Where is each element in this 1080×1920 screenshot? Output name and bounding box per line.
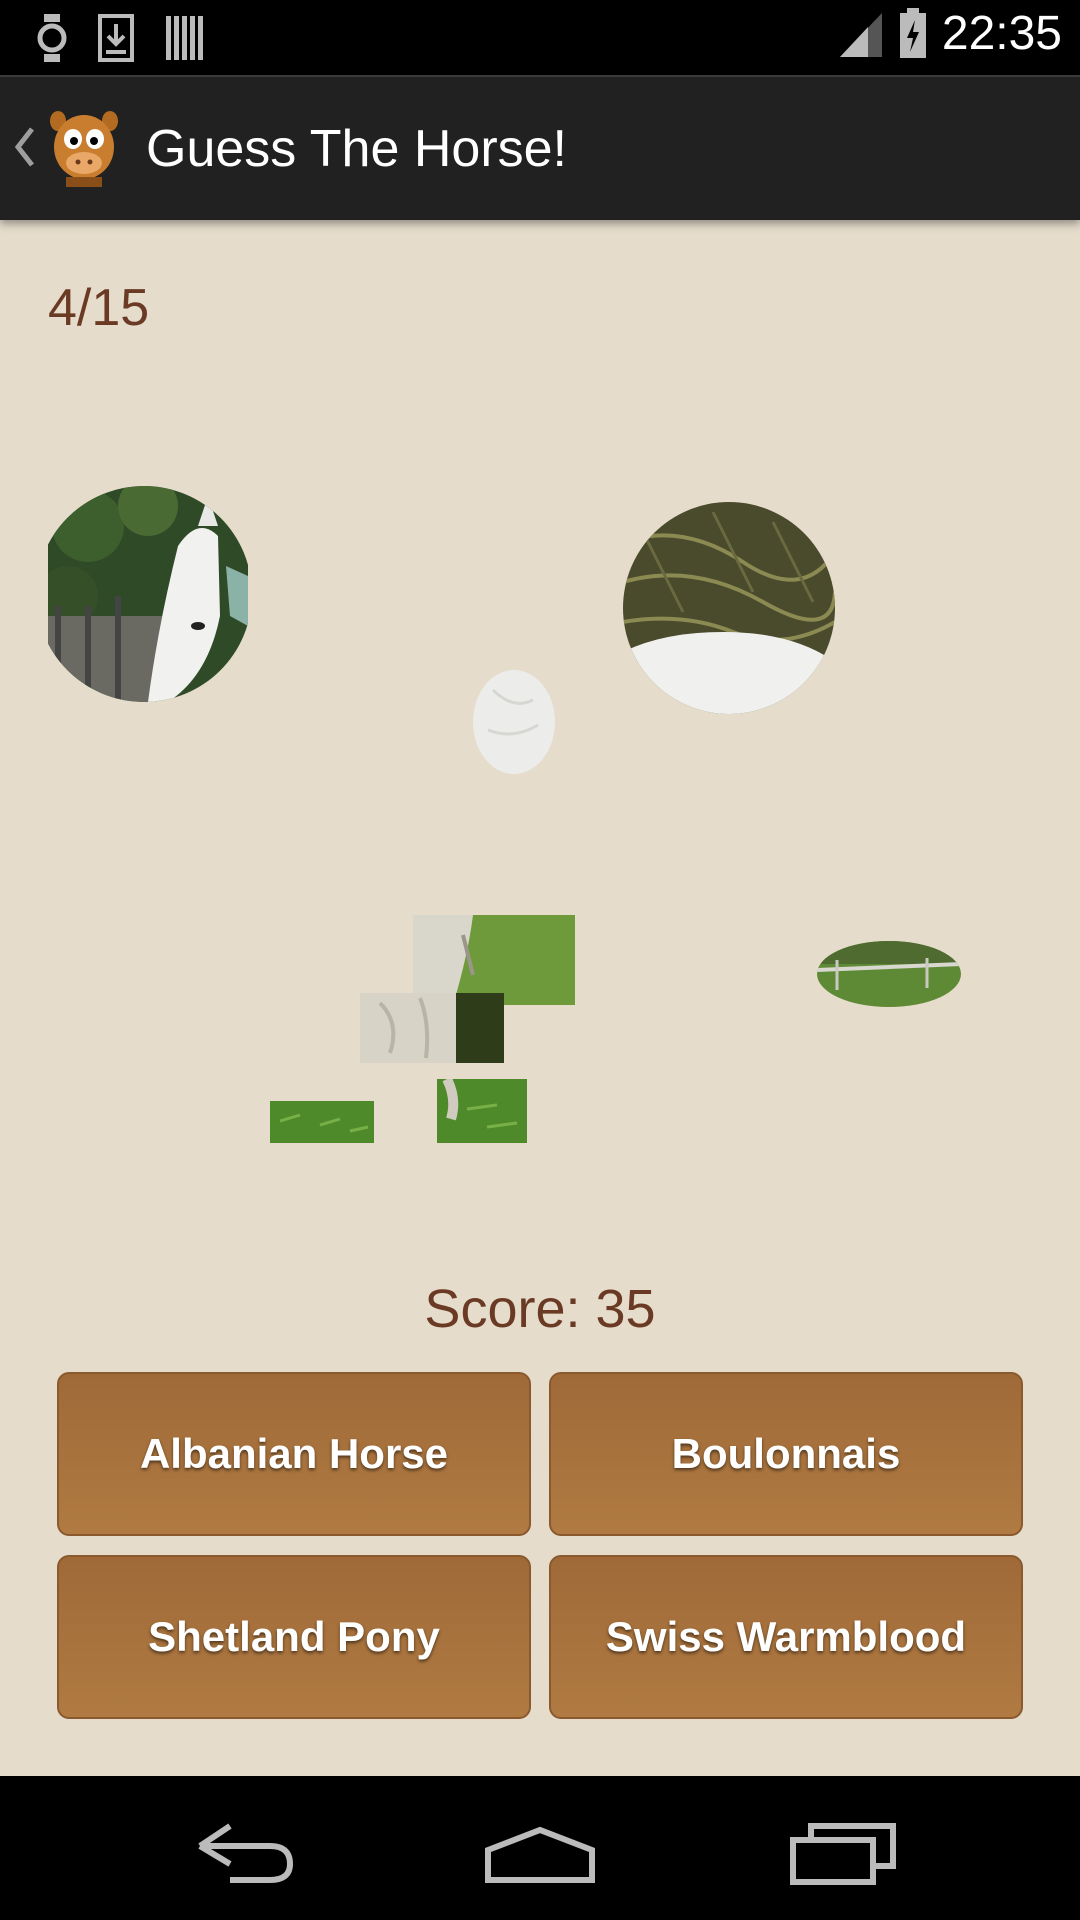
clock: 22:35 bbox=[941, 7, 1062, 60]
home-icon[interactable] bbox=[470, 1806, 610, 1896]
score-label: Score: 35 bbox=[424, 1279, 656, 1339]
answer-button-albanian-horse[interactable]: Albanian Horse bbox=[57, 1372, 531, 1536]
horse-puzzle-image bbox=[0, 460, 1080, 1180]
puzzle-piece-leg bbox=[360, 993, 504, 1063]
puzzle-piece-oval bbox=[473, 670, 555, 774]
horse-face-logo-icon[interactable] bbox=[46, 107, 122, 189]
answer-button-shetland-pony[interactable]: Shetland Pony bbox=[57, 1555, 531, 1719]
answer-button-boulonnais[interactable]: Boulonnais bbox=[549, 1372, 1023, 1536]
recents-icon[interactable] bbox=[775, 1806, 915, 1896]
barcode-icon bbox=[166, 16, 203, 60]
app-title: Guess The Horse! bbox=[146, 120, 568, 178]
back-icon[interactable] bbox=[170, 1806, 310, 1896]
download-icon bbox=[98, 14, 134, 62]
app-bar: Guess The Horse! bbox=[0, 75, 1080, 220]
battery-charging-icon bbox=[899, 7, 926, 58]
puzzle-piece-fence bbox=[817, 941, 961, 1007]
chevron-left-icon[interactable] bbox=[10, 117, 38, 177]
puzzle-piece-head bbox=[48, 486, 248, 702]
puzzle-piece-body bbox=[623, 502, 835, 714]
question-progress: 4/15 bbox=[48, 279, 150, 337]
watch-icon bbox=[37, 14, 67, 62]
system-nav-bar bbox=[0, 1776, 1080, 1920]
puzzle-piece-grass-right bbox=[437, 1079, 527, 1143]
status-bar: 22:35 bbox=[0, 0, 1080, 75]
answer-button-swiss-warmblood[interactable]: Swiss Warmblood bbox=[549, 1555, 1023, 1719]
puzzle-piece-leg-grass bbox=[413, 915, 575, 1005]
signal-icon bbox=[839, 12, 882, 57]
puzzle-piece-grass-left bbox=[270, 1101, 374, 1143]
